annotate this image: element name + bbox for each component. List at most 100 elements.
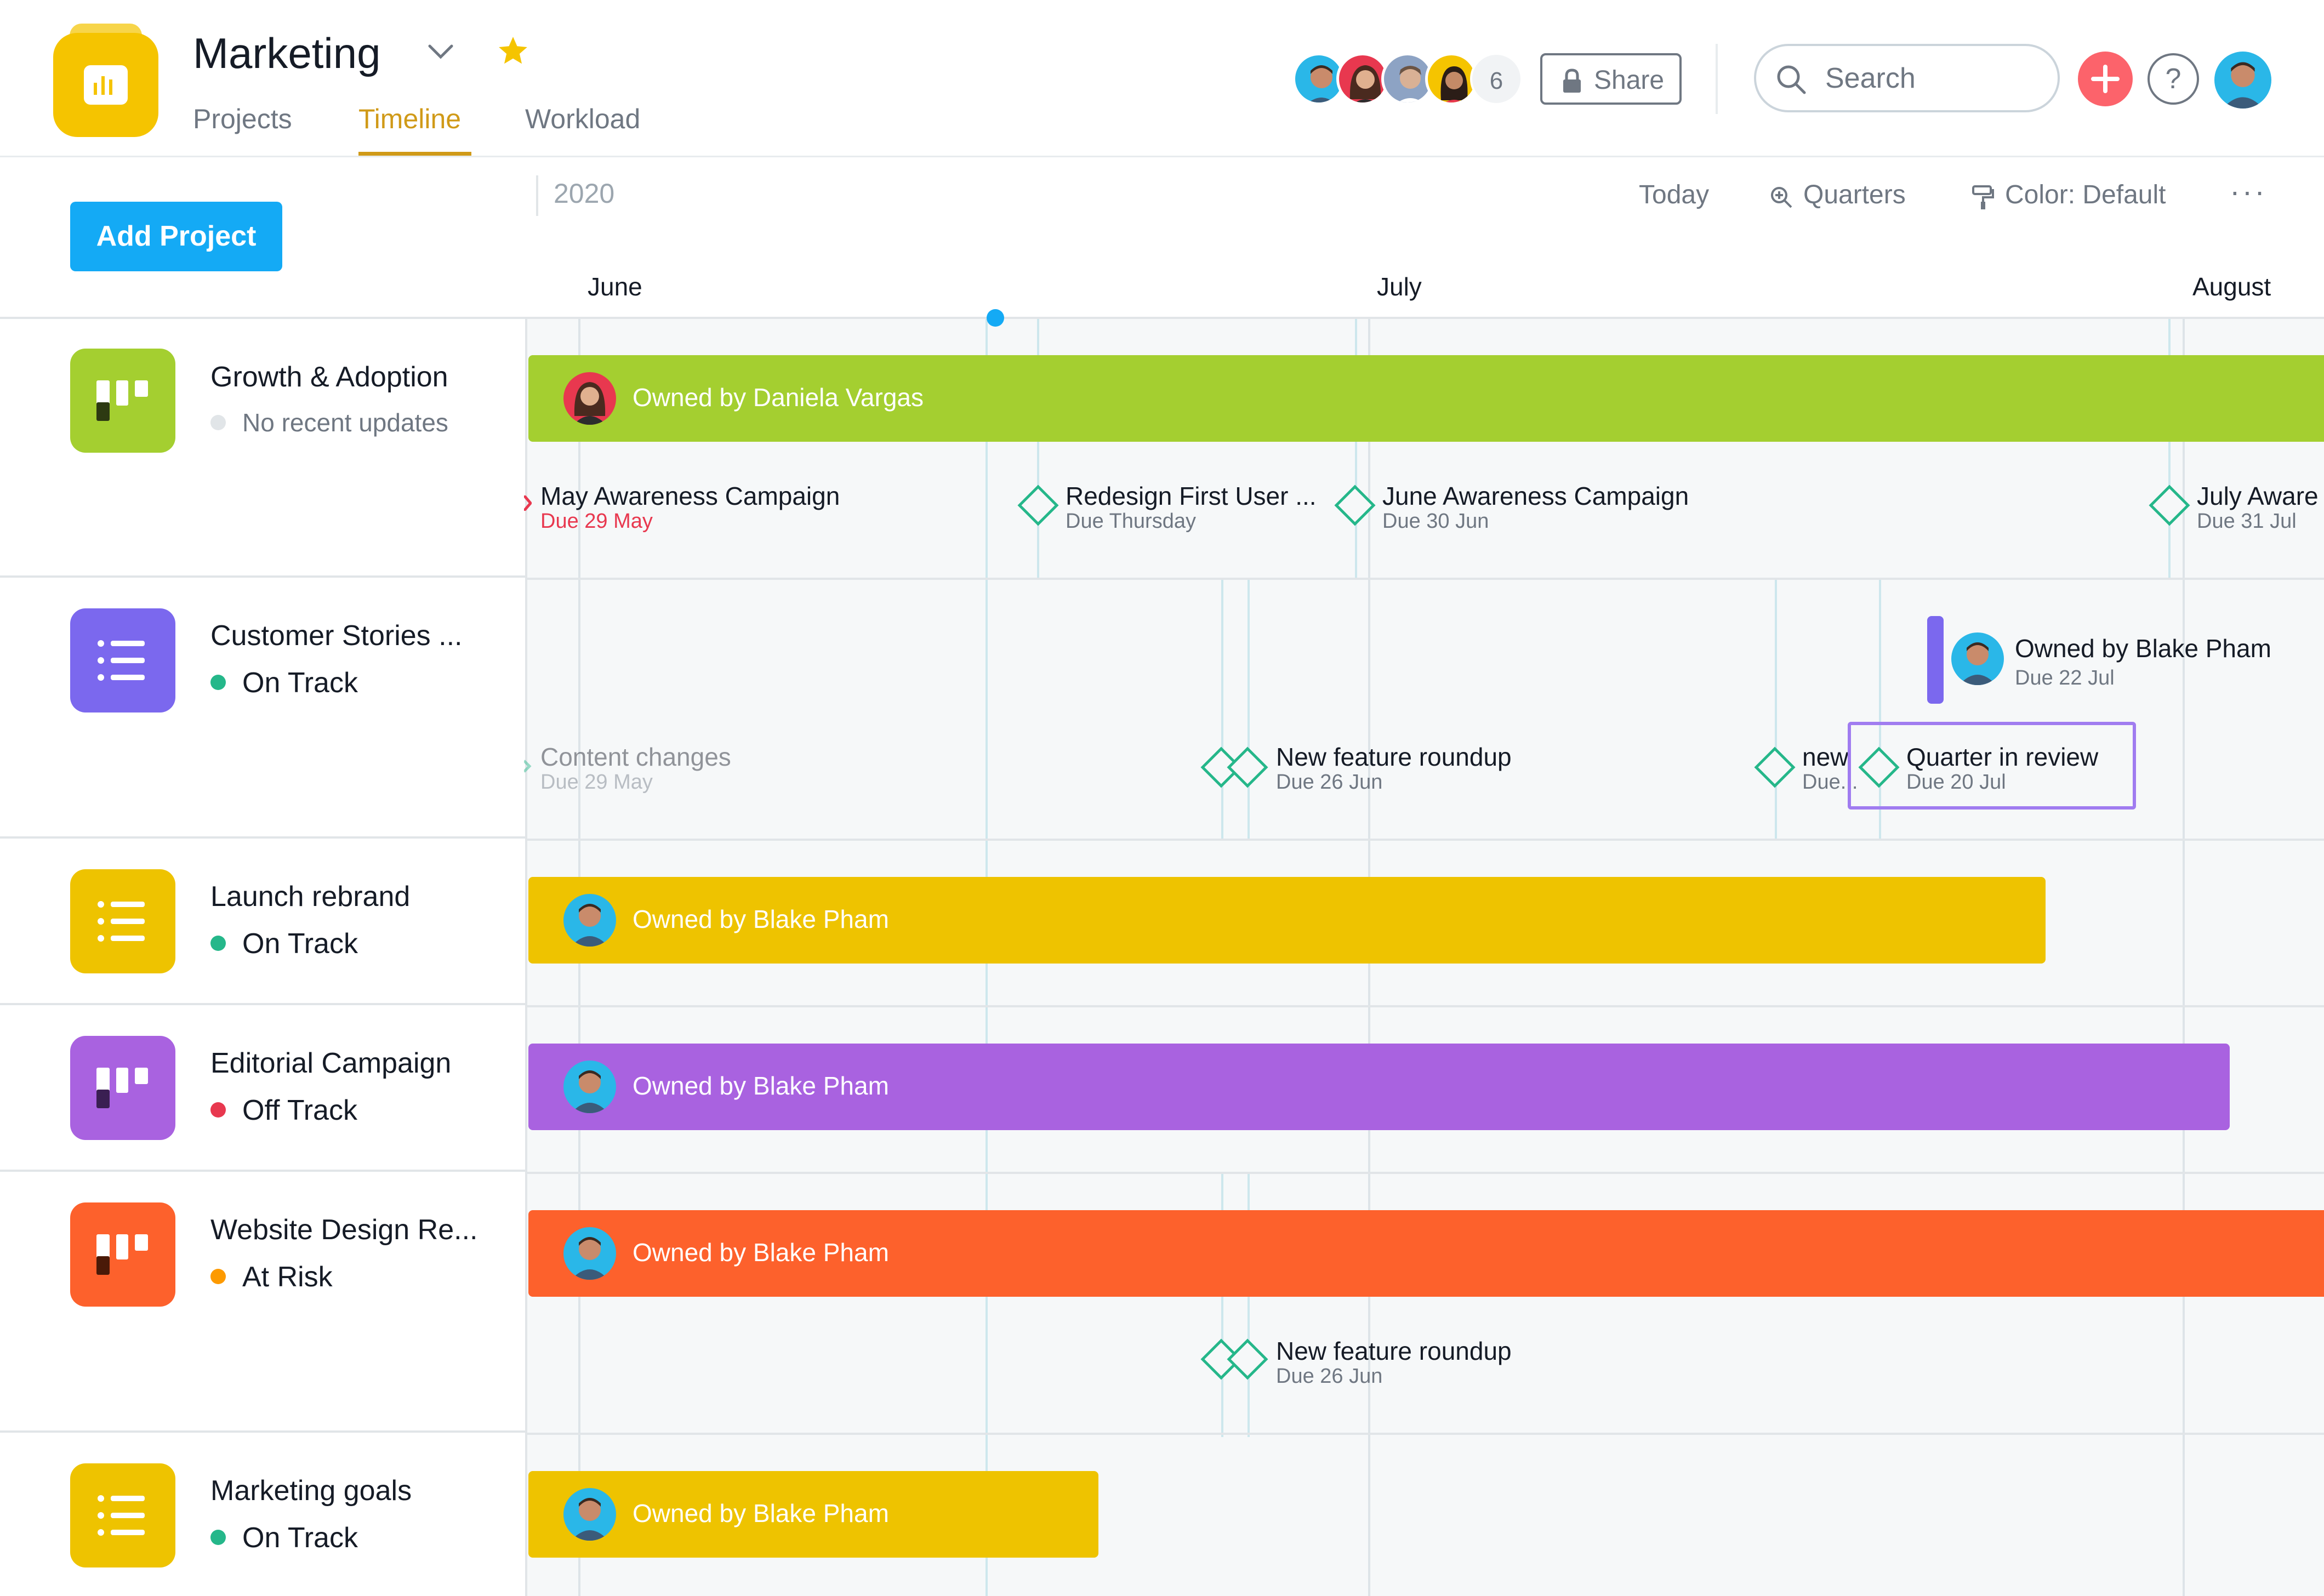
list-icon	[70, 869, 175, 973]
board-icon	[70, 1202, 175, 1307]
milestone-due: Due 26 Jun	[1276, 1365, 1383, 1388]
share-button[interactable]: Share	[1540, 53, 1682, 105]
status-dot	[210, 1269, 226, 1285]
lock-icon	[1563, 69, 1581, 93]
row-divider	[527, 839, 2324, 841]
project-row-launch-rebrand[interactable]: Launch rebrand On Track	[0, 836, 525, 1003]
tab-workload[interactable]: Workload	[525, 103, 640, 135]
status-dot	[210, 675, 226, 691]
milestone-diamond-icon[interactable]	[2149, 485, 2190, 526]
project-name: Website Design Re...	[210, 1214, 478, 1246]
milestone-name[interactable]: New feature roundup	[1276, 1336, 1512, 1366]
chevron-down-icon[interactable]	[426, 41, 455, 62]
milestone-diamond-icon[interactable]	[1334, 485, 1376, 526]
more-options-button[interactable]: ···	[2230, 173, 2267, 209]
member-count[interactable]: 6	[1470, 53, 1523, 105]
bar-owner-label: Owned by Blake Pham	[633, 1238, 889, 1267]
help-button[interactable]: ?	[2148, 53, 2199, 105]
project-name: Editorial Campaign	[210, 1047, 452, 1079]
milestone-name[interactable]: New feature roundup	[1276, 742, 1512, 772]
status-dot	[210, 1530, 226, 1546]
list-icon	[70, 608, 175, 713]
project-status: Off Track	[210, 1094, 357, 1127]
milestone-icon[interactable]	[524, 759, 532, 774]
row-divider	[527, 1433, 2324, 1435]
milestone-diamond-icon[interactable]	[1017, 485, 1059, 526]
row-divider	[527, 1005, 2324, 1007]
today-button[interactable]: Today	[1639, 180, 1709, 210]
milestone-due: Due 20 Jul	[1906, 771, 2006, 794]
status-dot	[210, 1102, 226, 1118]
milestone-diamond-icon[interactable]	[1858, 746, 1900, 788]
project-name: Marketing goals	[210, 1475, 412, 1507]
year-divider	[536, 175, 538, 216]
user-avatar[interactable]	[2214, 52, 2271, 109]
milestone-due: Due 26 Jun	[1276, 771, 1383, 794]
divider	[1716, 44, 1718, 114]
tab-timeline[interactable]: Timeline	[358, 103, 461, 135]
star-icon[interactable]	[495, 34, 531, 68]
project-status: On Track	[210, 666, 358, 699]
month-label: August	[2192, 272, 2271, 301]
milestone-name[interactable]: Quarter in review	[1906, 742, 2098, 772]
month-label: June	[588, 272, 642, 301]
milestone-due: Due 29 May	[540, 510, 653, 533]
project-bar[interactable]: Owned by Blake Pham	[528, 1044, 2230, 1130]
project-row-editorial-campaign[interactable]: Editorial Campaign Off Track	[0, 1003, 525, 1170]
project-row-customer-stories[interactable]: Customer Stories ... On Track	[0, 575, 525, 836]
plus-icon	[2091, 65, 2120, 93]
milestone-diamond-icon[interactable]	[1227, 1338, 1268, 1380]
milestone-name[interactable]: Redesign First User ...	[1066, 481, 1317, 511]
search-input[interactable]	[1825, 57, 2044, 100]
board-icon	[70, 1036, 175, 1140]
avatar	[563, 1061, 616, 1113]
avatar	[563, 1488, 616, 1541]
project-status: On Track	[210, 1521, 358, 1554]
row-divider	[527, 578, 2324, 580]
bar-owner-label: Owned by Blake Pham	[633, 905, 889, 933]
project-bar-stub[interactable]	[1927, 616, 1944, 704]
milestone-due: Due Thursday	[1066, 510, 1196, 533]
milestone-line	[1248, 580, 1250, 841]
milestone-icon[interactable]	[524, 495, 532, 511]
project-row-growth-adoption[interactable]: Growth & Adoption No recent updates	[0, 317, 525, 578]
today-marker	[987, 309, 1004, 327]
add-project-button[interactable]: Add Project	[70, 202, 282, 271]
project-status: At Risk	[210, 1261, 333, 1293]
owner-due: Due 22 Jul	[2015, 666, 2115, 689]
project-bar[interactable]: Owned by Blake Pham	[528, 1210, 2324, 1297]
milestone-name[interactable]: May Awareness Campaign	[540, 481, 840, 511]
project-title: Marketing	[193, 29, 381, 77]
project-icon	[53, 24, 158, 137]
milestone-diamond-icon[interactable]	[1754, 746, 1796, 788]
project-name: Launch rebrand	[210, 881, 411, 913]
bar-owner-label: Owned by Daniela Vargas	[633, 383, 924, 412]
project-bar[interactable]: Owned by Blake Pham	[528, 877, 2046, 964]
milestone-due: Due 30 Jun	[1382, 510, 1489, 533]
project-name: Customer Stories ...	[210, 620, 463, 652]
avatar	[563, 894, 616, 947]
board-icon	[70, 349, 175, 453]
zoom-icon	[1771, 187, 1792, 208]
milestone-due: Due 29 May	[540, 771, 653, 794]
milestone-line	[1221, 580, 1223, 841]
tab-projects[interactable]: Projects	[193, 103, 292, 135]
bar-owner-label: Owned by Blake Pham	[633, 1499, 889, 1527]
row-divider	[527, 1172, 2324, 1174]
quick-add-button[interactable]	[2078, 52, 2133, 106]
milestone-name[interactable]: July Aware	[2197, 481, 2319, 511]
project-row-website-design[interactable]: Website Design Re... At Risk	[0, 1170, 525, 1430]
avatar	[563, 372, 616, 425]
milestone-name[interactable]: June Awareness Campaign	[1382, 481, 1689, 511]
search-field[interactable]	[1754, 44, 2060, 112]
milestone-name[interactable]: new	[1802, 742, 1848, 772]
project-bar[interactable]: Owned by Daniela Vargas	[528, 355, 2324, 442]
project-status: On Track	[210, 927, 358, 960]
paint-roller-icon	[1972, 185, 1994, 209]
project-row-marketing-goals[interactable]: Marketing goals On Track	[0, 1430, 525, 1596]
milestone-name[interactable]: Content changes	[540, 742, 731, 772]
status-dot	[210, 414, 226, 430]
bar-owner-label: Owned by Blake Pham	[633, 1071, 889, 1100]
milestone-diamond-icon[interactable]	[1227, 746, 1268, 788]
project-bar[interactable]: Owned by Blake Pham	[528, 1471, 1098, 1558]
